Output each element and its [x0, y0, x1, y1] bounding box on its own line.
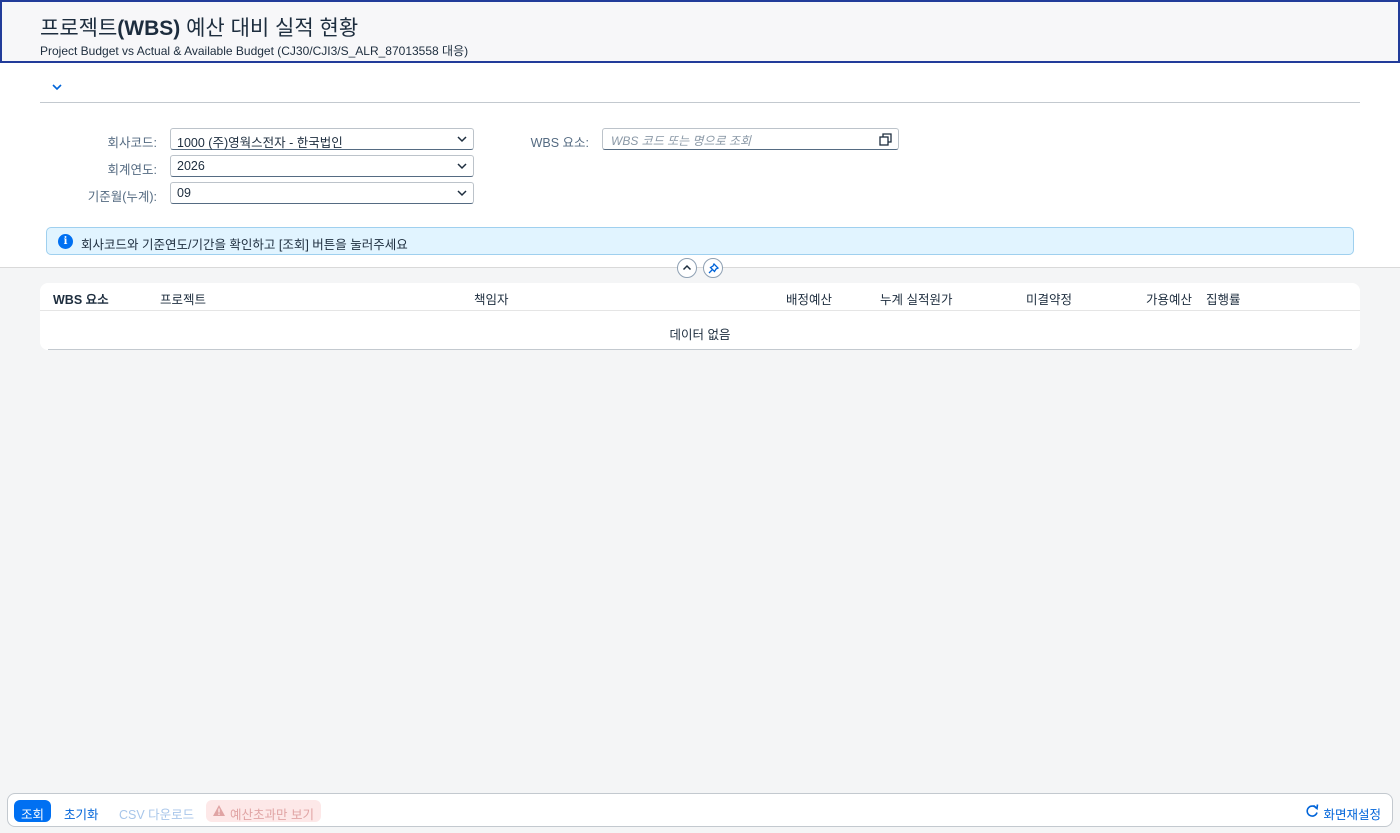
year-value: 2026 [177, 159, 205, 173]
table-bottom-border [48, 349, 1352, 350]
month-select[interactable]: 09 [170, 182, 474, 204]
filter-bar: 회사코드: 1000 (주)영웍스전자 - 한국법인 회계연도: 2026 기준… [0, 63, 1400, 268]
warning-icon [213, 805, 225, 816]
chevron-down-icon [457, 136, 467, 143]
pin-icon [708, 263, 719, 274]
chevron-up-icon [682, 264, 692, 271]
title-suffix: 예산 대비 실적 현황 [180, 17, 359, 40]
wbs-placeholder: WBS 코드 또는 명으로 조회 [611, 134, 752, 148]
screen-reset-button[interactable]: 화면재설정 [1301, 800, 1388, 822]
year-select[interactable]: 2026 [170, 155, 474, 177]
info-message-strip: i 회사코드와 기준연도/기간을 확인하고 [조회] 버튼을 눌러주세요 [46, 227, 1354, 255]
page-subtitle: Project Budget vs Actual & Available Bud… [40, 44, 469, 58]
column-header-wbs[interactable]: WBS 요소 [53, 289, 109, 308]
search-button[interactable]: 조회 [14, 800, 52, 822]
company-value: 1000 (주)영웍스전자 - 한국법인 [177, 136, 343, 150]
chevron-down-icon [457, 190, 467, 197]
wbs-label: WBS 요소: [530, 136, 589, 150]
info-icon: i [58, 234, 73, 249]
month-label: 기준월(누계): [87, 190, 157, 204]
wbs-table: WBS 요소 프로젝트 책임자 배정예산 누계 실적원가 미결약정 가용예산 집… [40, 283, 1360, 350]
company-label: 회사코드: [107, 136, 157, 150]
column-header-manager[interactable]: 책임자 [474, 289, 509, 308]
column-header-execution-rate[interactable]: 집행률 [1206, 289, 1241, 308]
reset-button[interactable]: 초기화 [57, 800, 106, 822]
column-header-project[interactable]: 프로젝트 [160, 289, 206, 308]
footer-toolbar: 조회 초기화 CSV 다운로드 예산초과만 보기 화면재설정 [7, 793, 1393, 827]
page-header: 프로젝트(WBS) 예산 대비 실적 현황 Project Budget vs … [0, 0, 1400, 63]
column-header-allocated-budget[interactable]: 배정예산 [786, 289, 832, 308]
info-message-text: 회사코드와 기준연도/기간을 확인하고 [조회] 버튼을 눌러주세요 [81, 238, 408, 252]
page-title: 프로젝트(WBS) 예산 대비 실적 현황 [40, 12, 358, 42]
chevron-down-icon [457, 163, 467, 170]
chevron-down-icon[interactable] [50, 80, 64, 94]
filter-divider [40, 102, 1360, 103]
table-header-divider [40, 310, 1360, 311]
over-budget-label: 예산초과만 보기 [230, 808, 314, 822]
value-help-icon[interactable] [879, 133, 892, 146]
refresh-icon [1306, 804, 1319, 817]
column-header-available-budget[interactable]: 가용예산 [1146, 289, 1192, 308]
title-prefix: 프로젝트 [40, 17, 118, 40]
csv-download-button[interactable]: CSV 다운로드 [112, 800, 201, 822]
company-select[interactable]: 1000 (주)영웍스전자 - 한국법인 [170, 128, 474, 150]
wbs-input[interactable]: WBS 코드 또는 명으로 조회 [602, 128, 899, 150]
title-bold: (WBS) [117, 17, 181, 40]
column-header-actual-cost[interactable]: 누계 실적원가 [880, 289, 952, 308]
over-budget-toggle[interactable]: 예산초과만 보기 [206, 800, 321, 822]
month-value: 09 [177, 186, 191, 200]
table-empty-text: 데이터 없음 [669, 328, 731, 342]
column-header-commitments[interactable]: 미결약정 [1026, 289, 1072, 308]
screen-reset-label: 화면재설정 [1323, 808, 1381, 822]
pin-header-button[interactable] [703, 258, 723, 278]
collapse-header-button[interactable] [677, 258, 697, 278]
year-label: 회계연도: [107, 163, 157, 177]
